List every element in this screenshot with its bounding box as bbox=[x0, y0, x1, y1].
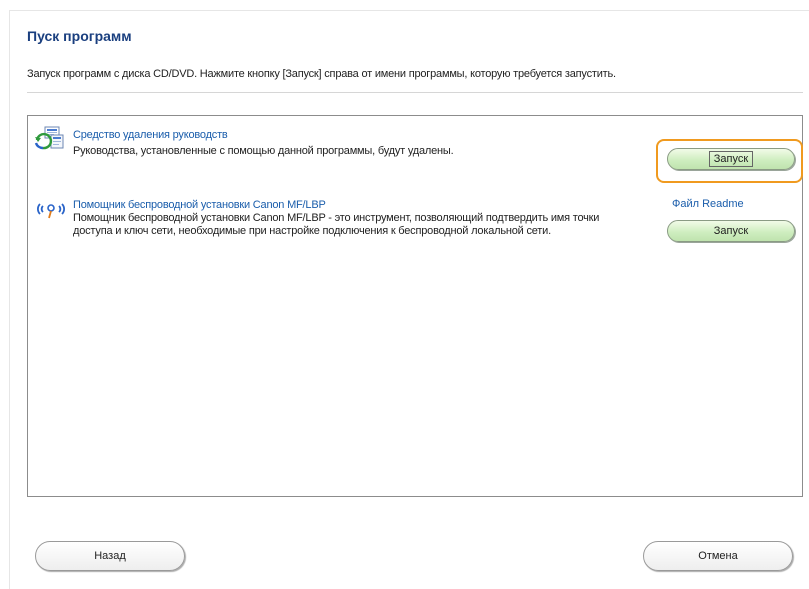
page-subtitle: Запуск программ с диска CD/DVD. Нажмите … bbox=[27, 68, 616, 80]
cancel-button[interactable]: Отмена bbox=[643, 541, 793, 571]
launch-button-label: Запуск bbox=[713, 225, 749, 237]
program-desc-uninstall-manuals: Руководства, установленные с помощью дан… bbox=[73, 145, 454, 157]
readme-link-wireless-assistant[interactable]: Файл Readme bbox=[672, 198, 744, 210]
launch-button-wireless-assistant[interactable]: Запуск bbox=[667, 220, 795, 242]
uninstall-manuals-icon bbox=[33, 126, 67, 152]
program-name-uninstall-manuals: Средство удаления руководств bbox=[73, 129, 228, 141]
page-title: Пуск программ bbox=[27, 28, 132, 44]
header-divider bbox=[27, 92, 803, 93]
back-button[interactable]: Назад bbox=[35, 541, 185, 571]
program-name-wireless-assistant: Помощник беспроводной установки Canon MF… bbox=[73, 199, 326, 211]
wireless-icon bbox=[34, 201, 68, 219]
launch-button-uninstall-manuals[interactable]: Запуск bbox=[667, 148, 795, 170]
program-desc-wireless-assistant: Помощник беспроводной установки Canon MF… bbox=[73, 212, 600, 237]
launch-button-label: Запуск bbox=[708, 151, 754, 167]
